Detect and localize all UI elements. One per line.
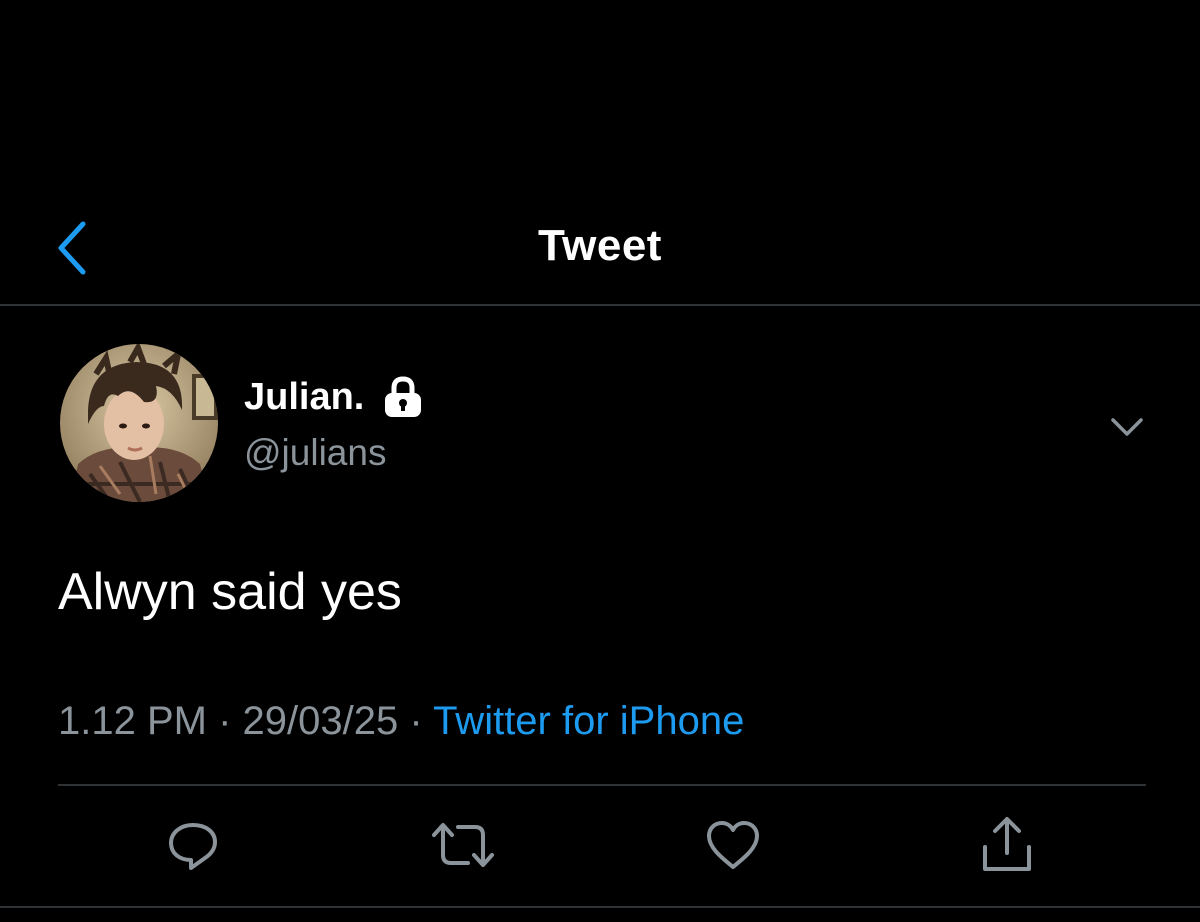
tweet-actions-bar — [0, 810, 1200, 880]
page-title: Tweet — [538, 221, 662, 270]
tweet-time: 1.12 PM — [58, 699, 207, 743]
avatar[interactable] — [60, 344, 218, 502]
retweet-button[interactable] — [428, 810, 498, 880]
tweet-date: 29/03/25 — [242, 699, 399, 743]
author-name-row[interactable]: Julian. — [244, 372, 426, 422]
author-display-name[interactable]: Julian. — [244, 374, 364, 420]
bottom-divider — [0, 906, 1200, 908]
like-button[interactable] — [698, 810, 768, 880]
lock-icon — [380, 374, 426, 420]
top-navigation-bar: Tweet — [0, 0, 1200, 305]
author-handle[interactable]: @julians — [244, 430, 386, 476]
actions-divider — [58, 784, 1146, 786]
meta-separator: · — [218, 699, 243, 743]
avatar-image — [60, 344, 218, 502]
tweet-meta: 1.12 PM · 29/03/25 · Twitter for iPhone — [58, 696, 744, 746]
reply-button[interactable] — [158, 810, 228, 880]
header-divider — [0, 304, 1200, 306]
retweet-icon — [432, 823, 494, 867]
more-options-button[interactable] — [1104, 404, 1150, 450]
tweet-source-link[interactable]: Twitter for iPhone — [433, 699, 744, 743]
heart-icon — [707, 821, 759, 869]
chevron-down-icon — [1111, 418, 1143, 436]
share-icon — [983, 817, 1031, 871]
reply-icon — [169, 823, 217, 870]
tweet-text: Alwyn said yes — [58, 563, 402, 621]
share-button[interactable] — [972, 810, 1042, 880]
meta-separator: · — [409, 699, 434, 743]
